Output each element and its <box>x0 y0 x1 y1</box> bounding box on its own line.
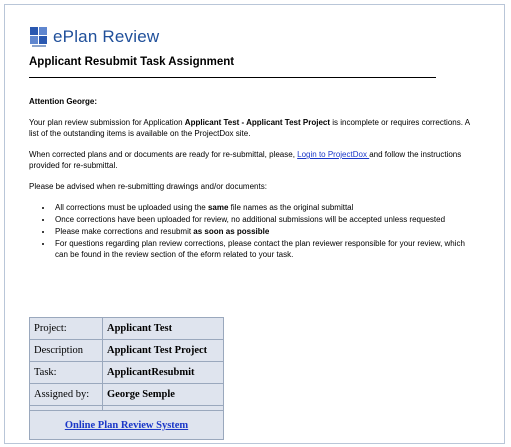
task-value: ApplicantResubmit <box>102 361 224 384</box>
description-label: Description <box>29 339 103 362</box>
p2-text-a: When corrected plans and or documents ar… <box>29 150 298 159</box>
task-label: Task: <box>29 361 103 384</box>
task-details-table: Project: Applicant Test Description Appl… <box>29 317 224 440</box>
assigned-by-value: George Semple <box>102 383 224 406</box>
project-label: Project: <box>29 317 103 340</box>
online-plan-review-link[interactable]: Online Plan Review System <box>65 420 188 431</box>
table-row: Description Applicant Test Project <box>29 339 224 362</box>
login-projectdox-link[interactable]: Login to ProjectDox <box>297 150 369 159</box>
application-name: Applicant Test - Applicant Test Project <box>184 118 330 127</box>
table-row: Online Plan Review System <box>29 410 224 440</box>
header-divider <box>29 77 436 78</box>
paragraph-resubmit: When corrected plans and or documents ar… <box>29 149 479 171</box>
list-item: Please make corrections and resubmit as … <box>53 226 479 237</box>
greeting: Attention George: <box>29 97 97 106</box>
b3-text-a: Please make corrections and resubmit <box>55 227 194 236</box>
message-body: Attention George: Your plan review submi… <box>29 96 479 261</box>
paragraph-incomplete: Your plan review submission for Applicat… <box>29 117 479 139</box>
list-item: For questions regarding plan review corr… <box>53 238 479 260</box>
brand-title: ePlan Review <box>53 27 160 46</box>
link-cell: Online Plan Review System <box>29 410 224 440</box>
p1-text-a: Your plan review submission for Applicat… <box>29 118 185 127</box>
b3-text-b: as soon as possible <box>193 227 270 236</box>
b1-text-b: same <box>207 203 229 212</box>
b1-text-a: All corrections must be uploaded using t… <box>55 203 208 212</box>
table-row: Task: ApplicantResubmit <box>29 361 224 384</box>
list-item: All corrections must be uploaded using t… <box>53 202 479 213</box>
table-row: Assigned by: George Semple <box>29 383 224 406</box>
instructions-list: All corrections must be uploaded using t… <box>29 202 479 260</box>
table-row: Project: Applicant Test <box>29 317 224 340</box>
eplan-logo: ePlan Review <box>29 26 159 48</box>
description-value: Applicant Test Project <box>102 339 224 362</box>
paragraph-advice: Please be advised when re-submitting dra… <box>29 182 267 191</box>
eplan-logo-icon <box>30 27 47 47</box>
project-value: Applicant Test <box>102 317 224 340</box>
page-subtitle: Applicant Resubmit Task Assignment <box>29 56 235 68</box>
b1-text-c: file names as the original submittal <box>228 203 354 212</box>
assigned-by-label: Assigned by: <box>29 383 103 406</box>
list-item: Once corrections have been uploaded for … <box>53 214 479 225</box>
